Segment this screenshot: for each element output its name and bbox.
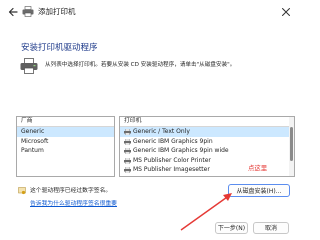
have-disk-button[interactable]: 从磁盘安装(H)... [228,184,290,197]
printer-icon [22,6,34,17]
printer-item-ibm-9pin-wide[interactable]: Generic IBM Graphics 9pin wide [120,146,294,156]
printer-item-label: MS Publisher Color Printer [133,156,211,164]
printer-list-scrollbar[interactable] [289,117,294,176]
manufacturer-list[interactable]: 厂商 Generic Microsoft Pantum [16,116,115,177]
annotation-label: 点这里 [248,164,268,172]
close-icon[interactable] [280,6,292,18]
printer-icon [124,138,131,145]
manufacturer-item-pantum[interactable]: Pantum [17,146,114,156]
printer-item-label: MS Publisher Imagesetter [133,166,210,174]
manufacturer-item-microsoft[interactable]: Microsoft [17,137,114,147]
cancel-button[interactable]: 取消 [253,222,289,234]
next-button[interactable]: 下一步(N) [215,222,248,234]
printer-item-label: Generic / Text Only [133,128,190,135]
printer-item-ibm-9pin[interactable]: Generic IBM Graphics 9pin [120,137,294,147]
signed-notice: 这个驱动程序已经过数字签名。 [30,188,112,194]
window-title: 添加打印机 [38,7,76,16]
manufacturer-list-header: 厂商 [17,117,114,127]
scrollbar-thumb[interactable] [290,127,293,161]
certificate-icon [18,187,26,195]
printer-list-header: 打印机 [120,117,294,127]
printer-icon [124,157,131,164]
driver-signing-link[interactable]: 告诉我为什么驱动程序签名很重要 [30,200,117,208]
printer-icon [20,58,38,74]
manufacturer-item-generic[interactable]: Generic [17,127,114,137]
printer-item-label: Generic IBM Graphics 9pin wide [133,147,229,155]
printer-item-ms-publisher-color[interactable]: MS Publisher Color Printer [120,156,294,166]
printer-icon [124,148,131,155]
printer-icon [124,129,131,135]
printer-item-ms-publisher-imagesetter[interactable]: MS Publisher Imagesetter [120,165,294,175]
title-bar: 添加打印机 [0,0,300,24]
printer-item-label: Generic IBM Graphics 9pin [133,137,213,145]
back-arrow-icon[interactable] [6,5,20,19]
add-printer-window: 添加打印机 安装打印机驱动程序 从列表中选择打印机。若要从安装 CD 安装驱动程… [0,0,300,240]
page-heading: 安装打印机驱动程序 [21,43,98,53]
instructions-text: 从列表中选择打印机。若要从安装 CD 安装驱动程序，请单击"从磁盘安装"。 [45,62,236,68]
printer-list[interactable]: 打印机 Generic / Text Only Generic IBM Grap… [119,116,295,177]
printer-item-generic-text-only[interactable]: Generic / Text Only [120,127,294,137]
printer-icon [124,167,131,174]
